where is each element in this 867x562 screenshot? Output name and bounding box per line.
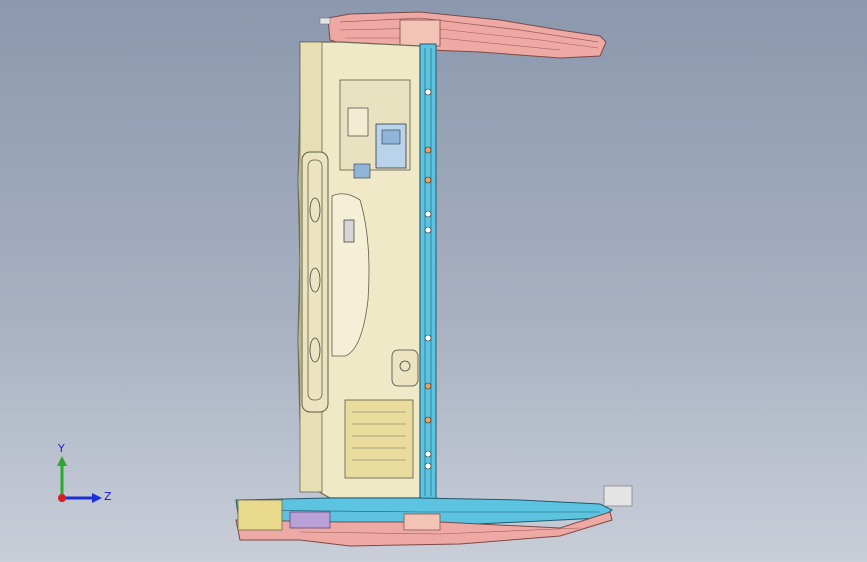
z-axis-arrow: [92, 493, 102, 503]
x-axis-dot: [58, 494, 66, 502]
cad-model-assembly[interactable]: [0, 0, 867, 562]
y-axis-label: Y: [58, 442, 65, 455]
vertical-rail-part[interactable]: [419, 43, 437, 501]
y-axis-arrow: [57, 456, 67, 466]
z-axis-label: Z: [104, 490, 112, 503]
axis-triad: Y Z: [48, 440, 118, 510]
cad-3d-viewport[interactable]: Y Z: [0, 0, 867, 562]
rear-frame-panel[interactable]: [297, 41, 421, 499]
